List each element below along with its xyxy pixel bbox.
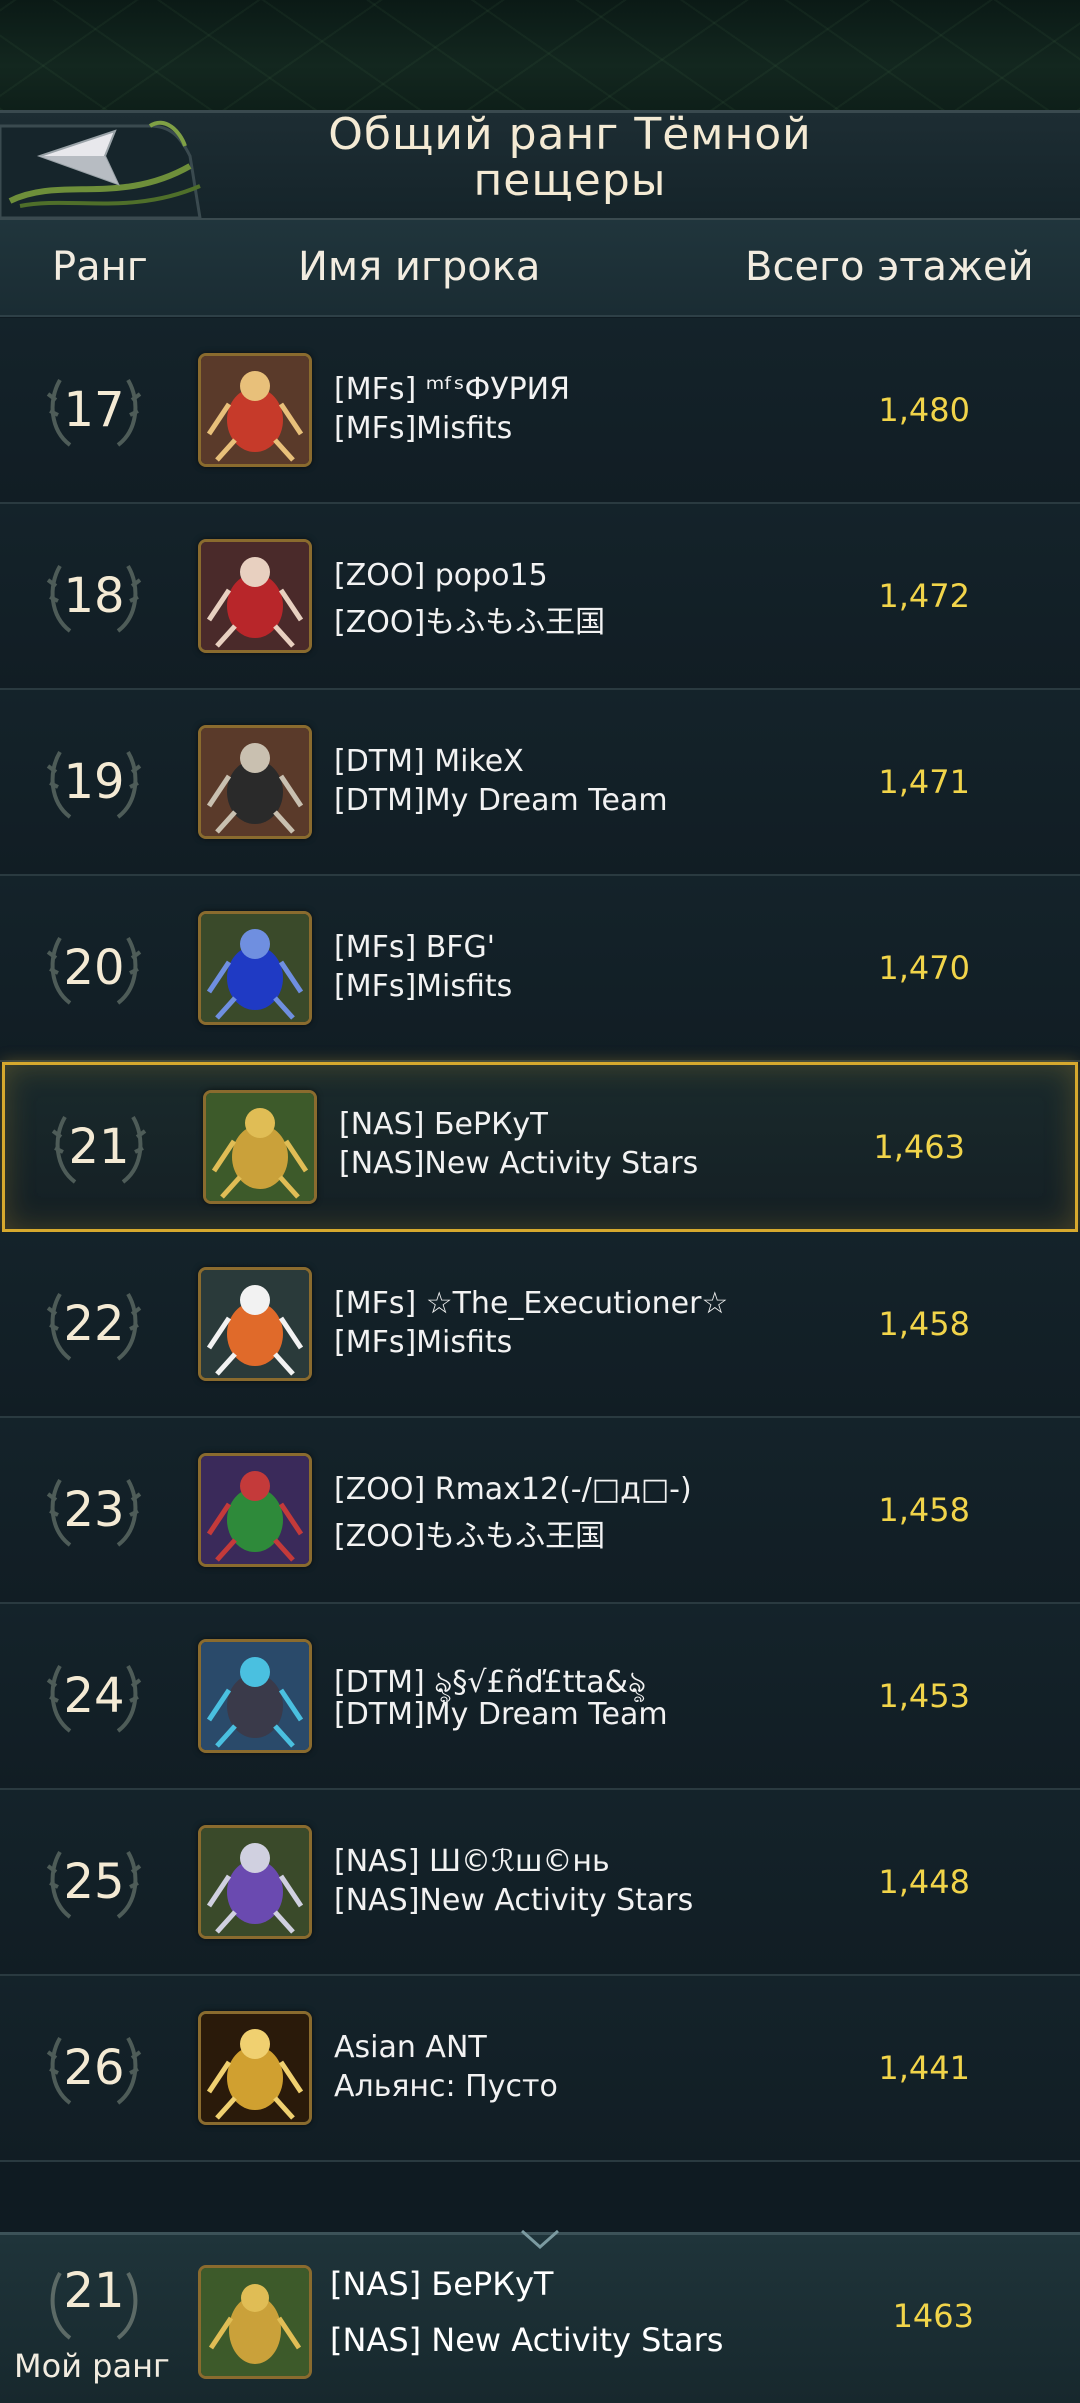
rank-number: 22 <box>63 1296 125 1352</box>
alliance-name: [ZOO]もふもふ王国 <box>334 1519 606 1554</box>
my-alliance-name: [NAS] New Activity Stars <box>330 2321 724 2359</box>
player-name[interactable]: [MFs] ᵐᶠˢФУРИЯ <box>334 372 570 407</box>
table-header: Ранг Имя игрока Всего этажей <box>0 220 1080 317</box>
page-title-line1: Общий ранг Тёмной <box>328 109 812 160</box>
rank-number: 23 <box>63 1482 125 1538</box>
back-arrow-icon <box>0 120 202 220</box>
table-row[interactable]: 22 [MFs] ☆The_Executioner☆ [MFs]Misfits … <box>0 1232 1080 1418</box>
table-row[interactable]: 18 [ZOO] popo15 [ZOO]もふもふ王国 1,472 <box>0 504 1080 690</box>
alliance-name: [DTM]My Dream Team <box>334 783 668 818</box>
table-row[interactable]: 25 [NAS] Ш©ℛш©нь [NAS]New Activity Stars… <box>0 1790 1080 1976</box>
floors-count: 1,441 <box>878 2049 970 2087</box>
column-header-player: Имя игрока <box>298 244 541 290</box>
rank-number: 24 <box>63 1668 125 1724</box>
rank-number: 21 <box>68 1119 130 1175</box>
table-row[interactable]: 26 Asian ANT Альянс: Пусто 1,441 <box>0 1976 1080 2162</box>
back-button[interactable] <box>0 106 210 220</box>
floors-count: 1,448 <box>878 1863 970 1901</box>
table-row[interactable]: 20 [MFs] BFG' [MFs]Misfits 1,470 <box>0 876 1080 1062</box>
rank-number: 25 <box>63 1854 125 1910</box>
floors-count: 1,463 <box>873 1128 965 1166</box>
my-rank-bar: 21 Мой ранг [NAS] БеРКуТ [NAS] New Activ… <box>0 2229 1080 2403</box>
player-name[interactable]: [MFs] BFG' <box>334 930 495 965</box>
alliance-name: [MFs]Misfits <box>334 1325 513 1360</box>
table-row[interactable]: 19 [DTM] MikeX [DTM]My Dream Team 1,471 <box>0 690 1080 876</box>
floors-count: 1,480 <box>878 391 970 429</box>
my-floors-count: 1463 <box>892 2297 974 2335</box>
top-background <box>0 0 1080 110</box>
column-header-floors: Всего этажей <box>745 244 1034 290</box>
table-row[interactable]: 24 [DTM] ৡ§√£ñď£tta&ৡ [DTM]My Dream Team… <box>0 1604 1080 1790</box>
page-title-line2: пещеры <box>473 155 667 206</box>
player-name[interactable]: [NAS] Ш©ℛш©нь <box>334 1844 610 1879</box>
alliance-name: [ZOO]もふもふ王国 <box>334 605 606 640</box>
player-name[interactable]: [ZOO] popo15 <box>334 558 548 593</box>
player-name[interactable]: Asian ANT <box>334 2030 487 2065</box>
alliance-name: [DTM]My Dream Team <box>334 1697 668 1732</box>
floors-count: 1,472 <box>878 577 970 615</box>
rank-number: 18 <box>63 568 125 624</box>
alliance-name: [MFs]Misfits <box>334 969 513 1004</box>
player-avatar[interactable] <box>198 725 312 839</box>
alliance-name: [NAS]New Activity Stars <box>339 1146 699 1181</box>
my-avatar[interactable] <box>198 2265 312 2379</box>
my-player-name: [NAS] БеРКуТ <box>330 2265 554 2303</box>
player-avatar[interactable] <box>198 911 312 1025</box>
player-avatar[interactable] <box>203 1090 317 1204</box>
my-rank-number: 21 <box>63 2263 125 2319</box>
alliance-name: [NAS]New Activity Stars <box>334 1883 694 1918</box>
player-avatar[interactable] <box>198 353 312 467</box>
floors-count: 1,458 <box>878 1491 970 1529</box>
player-avatar[interactable] <box>198 2011 312 2125</box>
player-avatar[interactable] <box>198 1825 312 1939</box>
floors-count: 1,470 <box>878 949 970 987</box>
table-row[interactable]: 17 [MFs] ᵐᶠˢФУРИЯ [MFs]Misfits 1,480 <box>0 318 1080 504</box>
player-name[interactable]: [DTM] MikeX <box>334 744 524 779</box>
floors-count: 1,458 <box>878 1305 970 1343</box>
page-title: Общий ранг Тёмной пещеры <box>220 112 920 204</box>
player-avatar[interactable] <box>198 1453 312 1567</box>
rank-number: 19 <box>63 754 125 810</box>
column-header-rank: Ранг <box>52 244 148 290</box>
table-row[interactable]: 23 [ZOO] Rmax12(-/□д□-) [ZOO]もふもふ王国 1,45… <box>0 1418 1080 1604</box>
ranking-list[interactable]: 17 [MFs] ᵐᶠˢФУРИЯ [MFs]Misfits 1,480 18 … <box>0 318 1080 2178</box>
floors-count: 1,471 <box>878 763 970 801</box>
player-name[interactable]: [MFs] ☆The_Executioner☆ <box>334 1286 728 1321</box>
chevron-down-icon <box>521 2229 559 2249</box>
player-avatar[interactable] <box>198 539 312 653</box>
player-name[interactable]: [ZOO] Rmax12(-/□д□-) <box>334 1472 692 1507</box>
player-avatar[interactable] <box>198 1639 312 1753</box>
rank-number: 26 <box>63 2040 125 2096</box>
player-avatar[interactable] <box>198 1267 312 1381</box>
rank-number: 20 <box>63 940 125 996</box>
table-row-current-player[interactable]: 21 [NAS] БеРКуТ [NAS]New Activity Stars … <box>2 1062 1078 1232</box>
rank-number: 17 <box>63 382 125 438</box>
my-rank-label: Мой ранг <box>14 2347 170 2385</box>
player-name[interactable]: [NAS] БеРКуТ <box>339 1107 548 1142</box>
alliance-name: [MFs]Misfits <box>334 411 513 446</box>
alliance-name: Альянс: Пусто <box>334 2069 558 2104</box>
floors-count: 1,453 <box>878 1677 970 1715</box>
